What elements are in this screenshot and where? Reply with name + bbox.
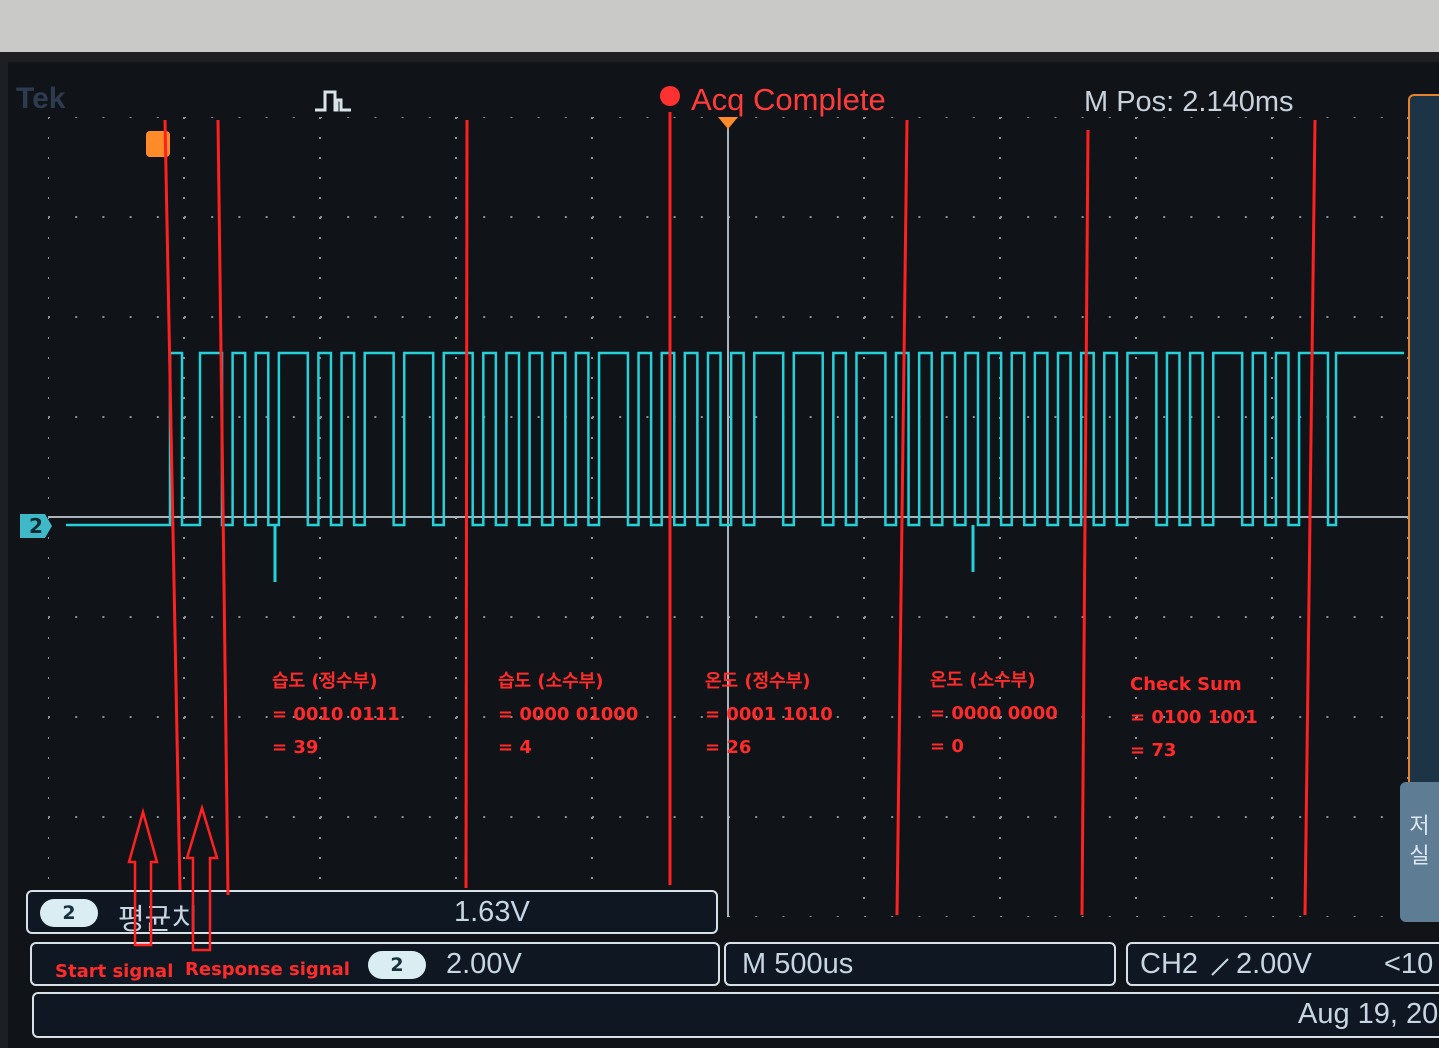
annotation-decimal: = 26 [705, 737, 752, 758]
measurement-label: 평균치 [118, 904, 199, 936]
annotation-group-humidity-dec: 습도 (소수부) = 0000 01000 = 4 [498, 665, 638, 764]
channel-2-waveform [66, 351, 1404, 527]
annotation-title: 습도 (정수부) [272, 671, 378, 692]
acquisition-indicator-icon [660, 86, 680, 106]
annotation-binary: = 0010 0111 [272, 704, 400, 725]
response-signal-label: Response signal [185, 959, 350, 980]
acquisition-status: Acq Complete [691, 82, 886, 117]
annotation-binary: = 0000 0000 [930, 703, 1058, 724]
trigger-position-marker [718, 117, 738, 129]
brand-logo: Tek [16, 82, 66, 115]
status-bar: Aug 19, 20 [32, 992, 1439, 1038]
side-menu-button[interactable]: 저 실 [1400, 782, 1439, 922]
annotation-group-checksum: Check Sum = 0100 1001 = 73 [1130, 668, 1258, 767]
vertical-scale-readout: 2.00V [446, 948, 522, 980]
trigger-extra: <10 [1384, 948, 1434, 980]
measurement-panel[interactable]: 2 평균치 1.63V [26, 890, 718, 936]
trigger-type-icon [315, 90, 351, 112]
annotation-binary: = 0000 01000 [498, 704, 639, 725]
annotation-binary: = 0001 1010 [705, 704, 833, 725]
annotation-decimal: = 73 [1130, 740, 1177, 761]
trigger-panel[interactable]: CH2 2.00V <10 [1126, 942, 1439, 986]
side-tab-text-1: 저 [1409, 814, 1430, 839]
annotation-decimal: = 0 [930, 736, 964, 757]
vertical-channel-badge: 2 [368, 951, 426, 979]
annotation-decimal: = 4 [498, 737, 532, 758]
trigger-level: 2.00V [1236, 948, 1312, 980]
annotation-decimal: = 39 [272, 737, 319, 758]
annotation-title: 습도 (소수부) [498, 671, 604, 692]
start-signal-label: Start signal [55, 961, 174, 982]
horizontal-position-readout: M Pos: 2.140ms [1084, 86, 1294, 118]
measurement-channel-badge: 2 [40, 899, 98, 927]
trigger-source: CH2 [1140, 948, 1199, 980]
side-tab-text-2: 실 [1409, 844, 1430, 869]
annotation-group-humidity-int: 습도 (정수부) = 0010 0111 = 39 [272, 665, 400, 764]
trigger-level-marker [146, 131, 170, 157]
waveform-graticule [48, 117, 1408, 917]
annotation-group-temperature-int: 온도 (정수부) = 0001 1010 = 26 [705, 665, 833, 764]
date-readout: Aug 19, 20 [1298, 998, 1439, 1030]
oscilloscope-screen: Tek Acq Complete M Pos: 2.140ms 2 저 실 2 … [8, 62, 1439, 1048]
annotation-group-temperature-dec: 온도 (소수부) = 0000 0000 = 0 [930, 664, 1058, 763]
side-menu-tab[interactable] [1408, 94, 1439, 838]
measurement-value: 1.63V [454, 896, 530, 928]
annotation-binary: = 0100 1001 [1130, 707, 1258, 728]
annotation-title: Check Sum [1130, 674, 1242, 695]
annotation-title: 온도 (소수부) [930, 670, 1036, 691]
timebase-readout: M 500us [742, 948, 854, 980]
timebase-panel[interactable]: M 500us [724, 942, 1116, 986]
rising-edge-icon [1211, 958, 1229, 976]
annotation-title: 온도 (정수부) [705, 671, 811, 692]
